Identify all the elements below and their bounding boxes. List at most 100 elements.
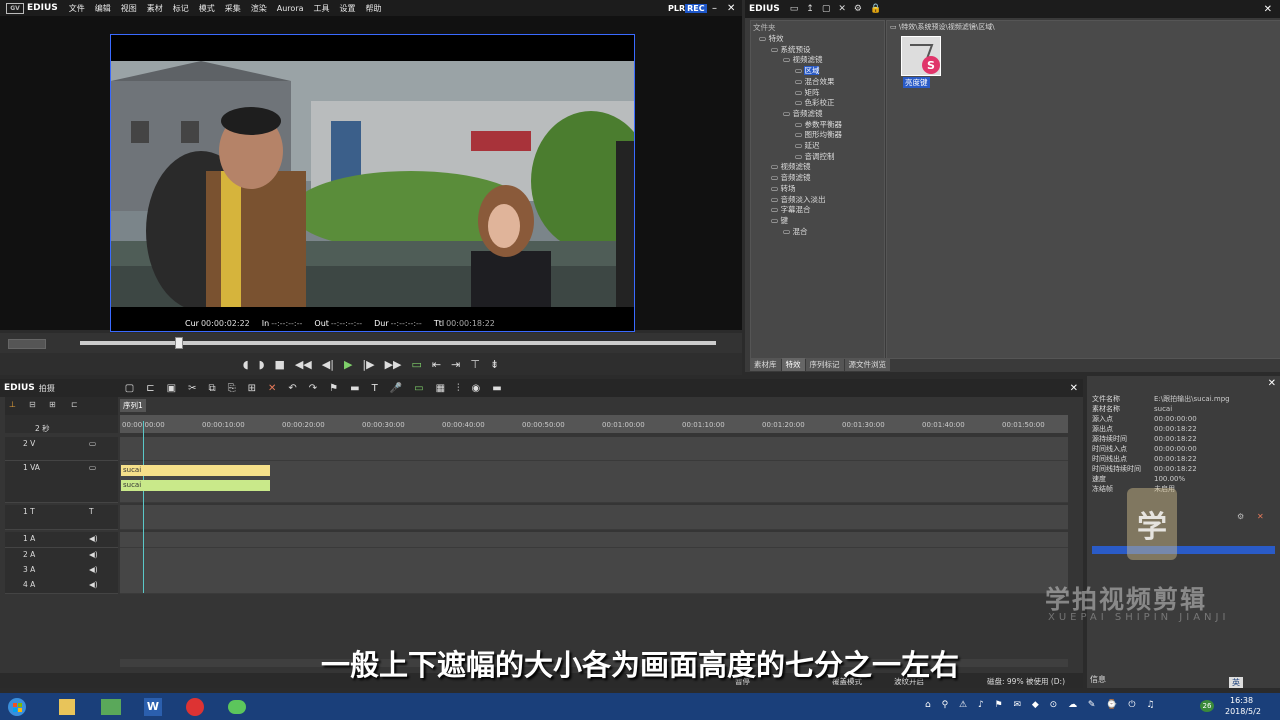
tree-item[interactable]: ▭ 图形均衡器 [795, 129, 842, 140]
effect-settings-icon[interactable]: ⚙ [1237, 512, 1244, 521]
tree-item[interactable]: ▭ 混合 [783, 226, 807, 237]
new-sequence-icon[interactable]: ▢ [125, 383, 134, 394]
tree-item[interactable]: ▭ 矩阵 [795, 87, 819, 98]
grid-icon[interactable]: ▦ [436, 383, 445, 394]
video-clip[interactable]: sucai [121, 465, 270, 476]
tree-item[interactable]: ▭ 参数平衡器 [795, 119, 842, 130]
battery-badge[interactable]: 26 [1200, 700, 1214, 712]
minimize-icon[interactable]: – [712, 3, 717, 14]
track-lane[interactable] [120, 563, 1068, 579]
cut-icon[interactable]: ✂ [188, 383, 196, 394]
track-lane[interactable] [120, 578, 1068, 594]
menu-aurora[interactable]: Aurora [272, 4, 309, 13]
menu-render[interactable]: 渲染 [246, 3, 272, 14]
track-toggle-icon[interactable]: ▭ [89, 463, 96, 472]
luma-key-thumb[interactable]: S [901, 36, 941, 76]
menu-view[interactable]: 视图 [116, 3, 142, 14]
tree-item[interactable]: ▭ 音频滤镜 [771, 172, 810, 183]
tray-icons[interactable]: ⌂ ⚲ ⚠ ♪ ⚑ ✉ ◆ ⊙ ☁ ✎ ⌚ ⏻ ♫ [925, 700, 1158, 710]
tree-item[interactable]: ▭ 延迟 [795, 140, 819, 151]
set-in-icon[interactable]: ◖ [243, 358, 249, 371]
tree-item[interactable]: ▭ 键 [771, 215, 788, 226]
up-folder-icon[interactable]: ↥ [806, 4, 814, 14]
render-icon[interactable]: ▭ [414, 383, 423, 394]
snap-icon[interactable]: ⊥ [9, 400, 16, 409]
clock-time[interactable]: 16:38 [1230, 696, 1253, 705]
effect-remove-icon[interactable]: ✕ [1257, 512, 1264, 521]
menu-help[interactable]: 帮助 [361, 3, 387, 14]
layout-icon[interactable]: ▬ [350, 383, 359, 394]
track-lane[interactable] [120, 505, 1068, 530]
group-icon[interactable]: ⊞ [49, 400, 56, 409]
title-icon[interactable]: T [372, 383, 378, 394]
track-toggle-icon[interactable]: ▭ [89, 439, 96, 448]
menu-capture[interactable]: 采集 [220, 3, 246, 14]
redo-icon[interactable]: ↷ [309, 383, 317, 394]
track-toggle-icon[interactable]: ◀) [89, 550, 98, 559]
track-toggle-icon[interactable]: ◀) [89, 565, 98, 574]
menu-tools[interactable]: 工具 [309, 3, 335, 14]
tree-item[interactable]: ▭ 转场 [771, 183, 795, 194]
info-close-icon[interactable]: ✕ [1268, 378, 1276, 389]
fast-forward-icon[interactable]: ▶▶ [385, 358, 402, 371]
track-header[interactable]: 4 A ◀) [5, 578, 118, 594]
menu-mode[interactable]: 模式 [194, 3, 220, 14]
menu-clip[interactable]: 素材 [142, 3, 168, 14]
track-lane[interactable] [120, 437, 1068, 461]
lock-icon[interactable]: 🔒 [870, 4, 881, 14]
track-header[interactable]: 2 A ◀) [5, 548, 118, 564]
tree-item[interactable]: ▭ 视频滤镜 [771, 161, 810, 172]
track-toggle-icon[interactable]: T [89, 507, 94, 516]
insert-icon[interactable]: ⇤ [432, 358, 441, 371]
scrub-bar[interactable] [0, 333, 742, 353]
shuttle-slider[interactable] [8, 339, 46, 349]
track-toggle-icon[interactable]: ◀) [89, 534, 98, 543]
track-header[interactable]: 1 A ◀) [5, 532, 118, 548]
copy-icon[interactable]: ⧉ [208, 383, 215, 394]
effects-close-icon[interactable]: ✕ [1264, 4, 1272, 15]
tree-item[interactable]: ▭ 音调控制 [795, 151, 834, 162]
menu-settings[interactable]: 设置 [335, 3, 361, 14]
delete-icon[interactable]: ✕ [838, 4, 846, 14]
marker-icon[interactable]: ⚑ [329, 383, 338, 394]
step-back-icon[interactable]: ◀| [322, 358, 334, 371]
track-toggle-icon[interactable]: ◀) [89, 580, 98, 589]
save-project-icon[interactable]: ▣ [167, 383, 176, 394]
settings-icon[interactable]: ▬ [492, 383, 501, 394]
timeline-cursor[interactable] [143, 421, 144, 593]
record-icon[interactable]: ◉ [472, 383, 481, 394]
info-selected-row[interactable] [1092, 546, 1275, 554]
edius-taskbar-icon[interactable] [94, 695, 128, 718]
playhead-handle[interactable] [175, 337, 183, 349]
track-header[interactable]: 2 V ▭ [5, 437, 118, 461]
sync-icon[interactable]: ⊟ [29, 400, 36, 409]
mic-icon[interactable]: 🎤 [390, 383, 402, 394]
sequence-tab[interactable]: 序列1 [120, 399, 146, 412]
overwrite-icon[interactable]: ⇥ [451, 358, 460, 371]
rec-label[interactable]: REC [685, 4, 707, 13]
step-forward-icon[interactable]: |▶ [362, 358, 374, 371]
loop-icon[interactable]: ▭ [412, 358, 422, 371]
zoom-label[interactable]: 2 秒 [35, 423, 50, 434]
trim-icon[interactable]: ⊤ [470, 358, 480, 371]
audio-clip[interactable]: sucai [121, 480, 270, 491]
music-app-icon[interactable] [178, 695, 212, 718]
tree-item[interactable]: ▭ 音频滤镜 [783, 108, 822, 119]
delete-clip-icon[interactable]: ✕ [268, 383, 276, 394]
track-lane[interactable] [120, 548, 1068, 564]
tree-item[interactable]: ▭ 视频滤镜 [783, 54, 822, 65]
tab-sequence-markers[interactable]: 序列标记 [805, 358, 844, 371]
tree-item[interactable]: ▭ 音频淡入淡出 [771, 194, 825, 205]
play-icon[interactable]: ▶ [344, 358, 352, 371]
menu-file[interactable]: 文件 [64, 3, 90, 14]
tree-item[interactable]: ▭ 字幕混合 [771, 204, 810, 215]
undo-icon[interactable]: ↶ [288, 383, 296, 394]
tree-item[interactable]: ▭ 特效 [759, 33, 783, 44]
tree-item[interactable]: ▭ 系统预设 [771, 44, 810, 55]
properties-icon[interactable]: ⚙ [854, 4, 862, 14]
track-header[interactable]: 1 T T [5, 505, 118, 530]
stop-icon[interactable]: ■ [274, 358, 284, 371]
track-header[interactable]: 3 A ◀) [5, 563, 118, 579]
time-ruler[interactable]: 00:00:00:0000:00:10:0000:00:20:0000:00:3… [120, 415, 1068, 433]
tree-item[interactable]: ▭ 色彩校正 [795, 97, 834, 108]
